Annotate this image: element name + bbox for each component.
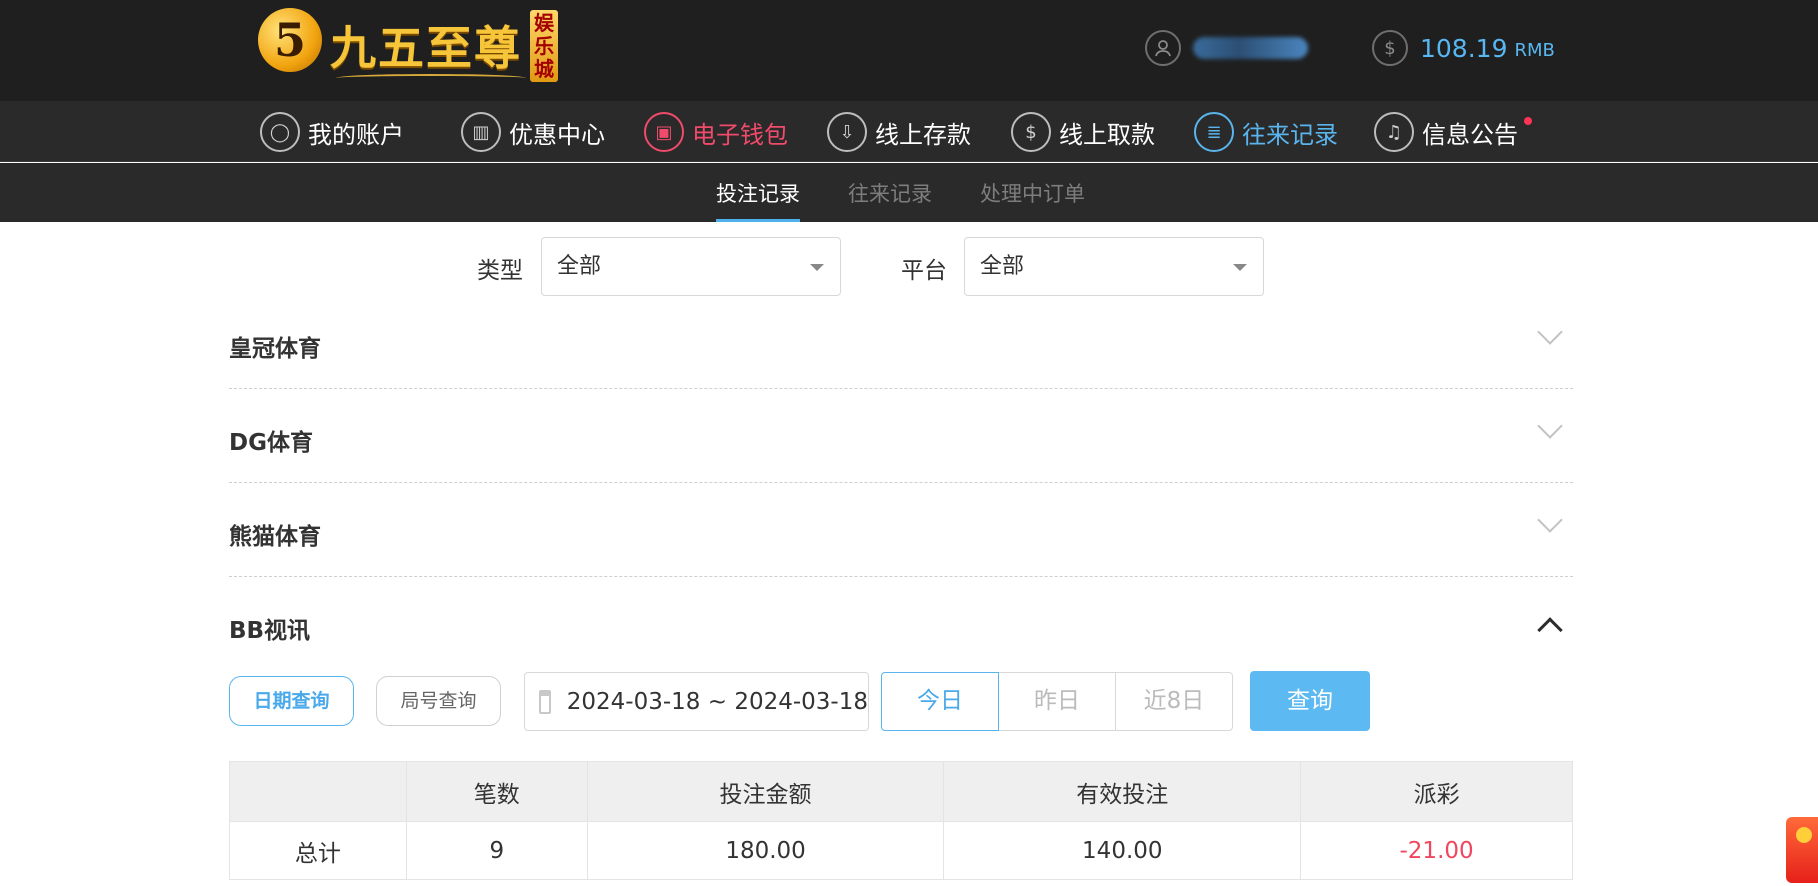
section-title: BB视讯 <box>229 618 311 644</box>
chevron-down-icon <box>1537 507 1563 533</box>
balance: $ 108.19 RMB <box>1372 28 1555 68</box>
site-logo[interactable]: 5 九五至尊 娱乐城 <box>258 6 558 84</box>
nav-my-account[interactable]: ◯ 我的账户 <box>260 111 404 153</box>
table-row: 总计 9 180.00 140.00 -21.00 <box>229 821 1573 880</box>
balance-value: 108.19 <box>1420 33 1508 63</box>
table-header: 笔数 <box>405 761 588 822</box>
nav-label: 往来记录 <box>1242 120 1338 149</box>
caret-down-icon <box>810 264 824 271</box>
gift-icon: ▥ <box>461 112 501 152</box>
nav-label: 线上取款 <box>1059 120 1155 149</box>
section-dg-sports[interactable]: DG体育 <box>229 389 1573 483</box>
type-select-value: 全部 <box>557 254 602 279</box>
notification-dot <box>1524 117 1532 125</box>
nav-online-deposit[interactable]: ⇩ 线上存款 <box>827 111 971 153</box>
platform-select-value: 全部 <box>980 254 1025 279</box>
date-query-button[interactable]: 日期查询 <box>229 676 354 726</box>
chevron-down-icon <box>1537 413 1563 439</box>
section-title: DG体育 <box>229 430 313 456</box>
table-header: 派彩 <box>1300 761 1573 822</box>
deposit-icon: ⇩ <box>827 112 867 152</box>
quick-yesterday[interactable]: 昨日 <box>998 672 1116 731</box>
username-redacted <box>1193 37 1308 59</box>
balance-currency: RMB <box>1514 39 1555 61</box>
table-header-row: 笔数 投注金额 有效投注 派彩 <box>229 761 1573 822</box>
section-title: 熊猫体育 <box>229 524 321 550</box>
quick-date-group: 今日 昨日 近8日 <box>881 672 1233 731</box>
summary-table: 笔数 投注金额 有效投注 派彩 总计 9 180.00 140.00 -21.0… <box>229 761 1573 880</box>
logo-text: 九五至尊 <box>330 21 522 75</box>
table-cell: 180.00 <box>586 821 945 880</box>
top-header: 5 九五至尊 娱乐城 $ 108.19 RMB <box>0 0 1818 101</box>
table-cell: -21.00 <box>1300 821 1573 880</box>
table-cell: 总计 <box>229 821 407 880</box>
section-panda-sports[interactable]: 熊猫体育 <box>229 483 1573 577</box>
table-header <box>229 761 407 822</box>
dollar-icon: $ <box>1372 30 1408 66</box>
section-bb-live[interactable]: BB视讯 <box>229 577 1573 657</box>
tab-pending-orders[interactable]: 处理中订单 <box>980 178 1085 222</box>
nav-records[interactable]: ≣ 往来记录 <box>1194 111 1338 153</box>
query-button[interactable]: 查询 <box>1250 671 1370 731</box>
platform-label: 平台 <box>901 258 947 284</box>
nav-label: 电子钱包 <box>692 120 788 149</box>
calendar-icon <box>539 689 551 714</box>
nav-e-wallet[interactable]: ▣ 电子钱包 <box>644 111 788 153</box>
table-cell: 9 <box>405 821 588 880</box>
bell-icon: ♫ <box>1374 112 1414 152</box>
chevron-down-icon <box>1537 319 1563 345</box>
chevron-up-icon <box>1537 617 1563 643</box>
user-icon: ◯ <box>260 112 300 152</box>
section-crown-sports[interactable]: 皇冠体育 <box>229 295 1573 389</box>
wallet-icon: ▣ <box>644 112 684 152</box>
table-header: 有效投注 <box>943 761 1302 822</box>
quick-last-8-days[interactable]: 近8日 <box>1115 672 1233 731</box>
section-title: 皇冠体育 <box>229 336 321 362</box>
nav-promotions[interactable]: ▥ 优惠中心 <box>461 111 605 153</box>
user-icon <box>1145 30 1181 66</box>
logo-flourish <box>336 74 526 82</box>
quick-today[interactable]: 今日 <box>881 672 999 731</box>
nav-label: 信息公告 <box>1422 120 1518 149</box>
table-header: 投注金额 <box>586 761 945 822</box>
logo-badge: 娱乐城 <box>530 10 558 82</box>
date-range-input[interactable]: 2024-03-18 ~ 2024-03-18 <box>524 672 869 731</box>
logo-coin-icon: 5 <box>258 8 322 72</box>
caret-down-icon <box>1233 264 1247 271</box>
nav-online-withdraw[interactable]: $ 线上取款 <box>1011 111 1155 153</box>
withdraw-icon: $ <box>1011 112 1051 152</box>
platform-select[interactable]: 全部 <box>964 237 1264 296</box>
nav-label: 优惠中心 <box>509 120 605 149</box>
date-range-value: 2024-03-18 ~ 2024-03-18 <box>566 688 868 715</box>
main-nav: ◯ 我的账户 ▥ 优惠中心 ▣ 电子钱包 ⇩ 线上存款 $ 线上取款 ≣ 往来记… <box>0 101 1818 162</box>
tab-transactions[interactable]: 往来记录 <box>848 178 932 222</box>
table-cell: 140.00 <box>943 821 1302 880</box>
nav-announcements[interactable]: ♫ 信息公告 <box>1374 111 1532 153</box>
round-query-button[interactable]: 局号查询 <box>376 676 501 726</box>
nav-label: 我的账户 <box>308 120 404 149</box>
sub-tabs: 投注记录 往来记录 处理中订单 <box>0 163 1818 222</box>
records-icon: ≣ <box>1194 112 1234 152</box>
floating-red-envelope-icon[interactable] <box>1786 817 1818 883</box>
type-select[interactable]: 全部 <box>541 237 841 296</box>
nav-label: 线上存款 <box>875 120 971 149</box>
type-label: 类型 <box>477 258 523 284</box>
user-account[interactable] <box>1145 28 1308 68</box>
tab-bet-records[interactable]: 投注记录 <box>716 178 800 222</box>
